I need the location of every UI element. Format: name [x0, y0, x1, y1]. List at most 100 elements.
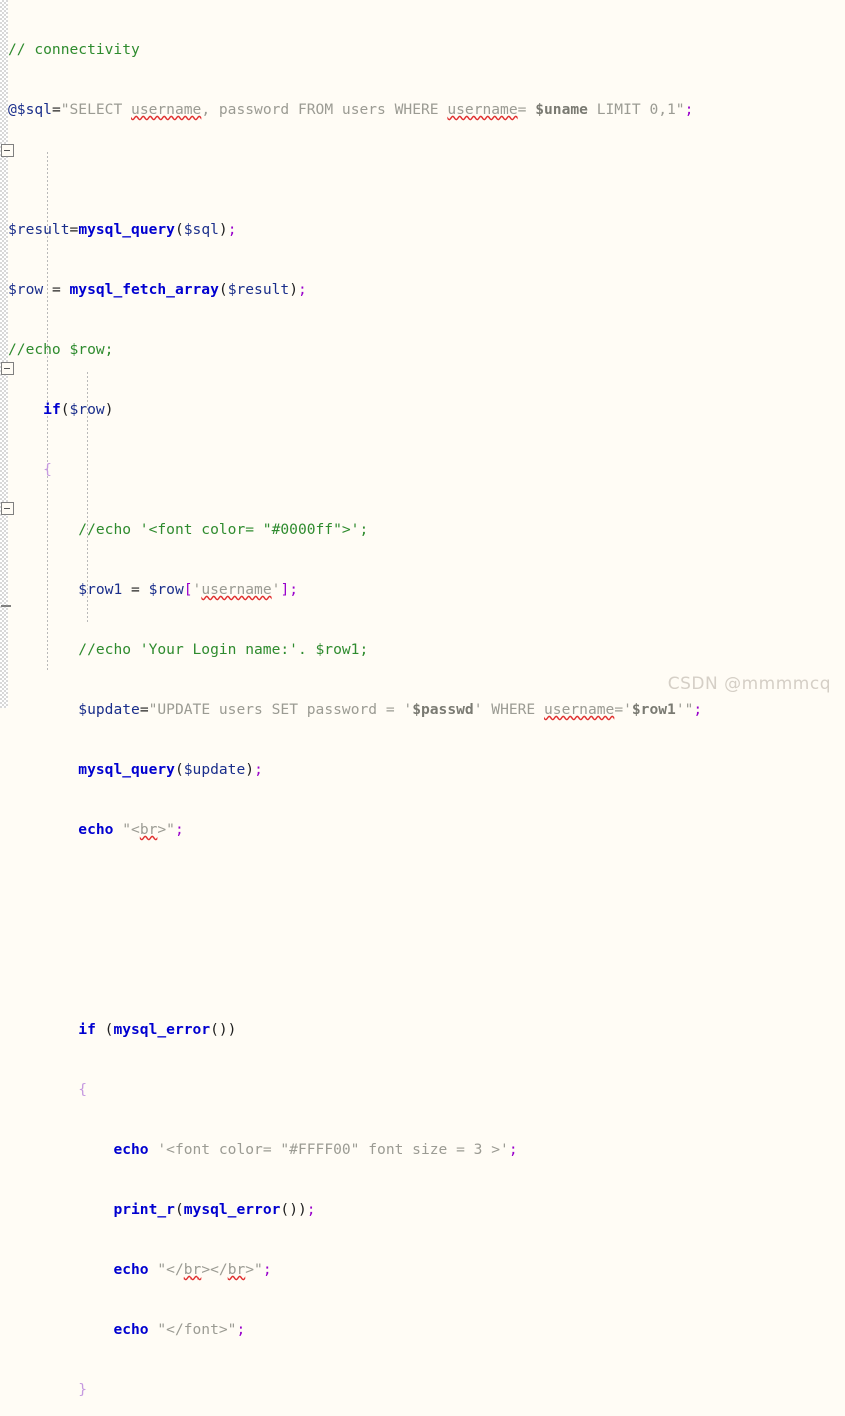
- token-string-spellchecked: username: [544, 701, 615, 718]
- code-line[interactable]: $row1 = $row['username'];: [0, 580, 845, 600]
- comment-echo-font-blue: //echo '<font color= "#0000ff">';: [78, 521, 369, 538]
- code-line[interactable]: //echo '<font color= "#0000ff">';: [0, 520, 845, 540]
- code-line[interactable]: {: [0, 1080, 845, 1100]
- token-semicolon: ;: [289, 581, 299, 598]
- code-line[interactable]: //echo 'Your Login name:'. $row1;: [0, 640, 845, 660]
- token-paren: ()): [280, 1201, 307, 1218]
- token-keyword-echo: echo: [113, 1321, 149, 1338]
- token-string-spellchecked: br: [183, 1261, 202, 1278]
- token-semicolon: ;: [236, 1321, 246, 1338]
- token-semicolon: ;: [298, 281, 307, 298]
- code-line[interactable]: //echo $row;: [0, 340, 845, 360]
- token-bracket: ]: [280, 581, 290, 598]
- token-string: >": [157, 821, 175, 838]
- code-line[interactable]: echo "<br>";: [0, 820, 845, 840]
- token-keyword-if: if: [43, 401, 61, 418]
- token-variable: $result: [8, 221, 70, 238]
- token-brace-open: {: [78, 1081, 88, 1098]
- token-paren: (: [174, 221, 184, 238]
- csdn-watermark: CSDN @mmmmcq: [667, 674, 831, 694]
- token-keyword-if: if: [78, 1021, 96, 1038]
- token-string-interpolated-var: $uname: [535, 101, 588, 118]
- token-semicolon: ;: [227, 221, 237, 238]
- token-paren: ): [218, 221, 228, 238]
- token-function-mysql-error: mysql_error: [113, 1021, 211, 1038]
- code-line[interactable]: }: [0, 1380, 845, 1400]
- token-semicolon: ;: [306, 1201, 316, 1218]
- code-line[interactable]: // connectivity: [0, 40, 845, 60]
- token-string-interpolated-var: $passwd: [412, 701, 474, 718]
- code-editor-content[interactable]: // connectivity @$sql="SELECT username, …: [0, 0, 845, 1416]
- token-paren: ()): [210, 1021, 237, 1038]
- token-string: "</font>": [148, 1321, 237, 1338]
- token-bracket: [: [183, 581, 193, 598]
- token-semicolon: ;: [684, 101, 694, 118]
- code-line[interactable]: echo '<font color= "#FFFF00" font size =…: [0, 1140, 845, 1160]
- token-paren: (: [174, 1201, 184, 1218]
- token-string-spellchecked: br: [227, 1261, 246, 1278]
- comment-echo-row: //echo $row;: [8, 341, 114, 358]
- code-line[interactable]: [0, 960, 845, 980]
- token-variable: $row: [8, 281, 44, 298]
- token-string: "</: [148, 1261, 184, 1278]
- token-semicolon: ;: [693, 701, 703, 718]
- token-keyword-echo: echo: [78, 821, 114, 838]
- token-semicolon: ;: [254, 761, 263, 778]
- token-variable: $row: [69, 401, 105, 418]
- token-paren: (: [60, 401, 70, 418]
- code-line[interactable]: if($row): [0, 400, 845, 420]
- token-operator: =: [122, 581, 149, 598]
- code-line[interactable]: @$sql="SELECT username, password FROM us…: [0, 100, 845, 120]
- token-string: "<: [113, 821, 140, 838]
- token-string-spellchecked: username: [447, 101, 518, 118]
- token-string: >": [245, 1261, 263, 1278]
- token-brace-close: }: [78, 1381, 88, 1398]
- comment-connectivity: // connectivity: [8, 41, 140, 58]
- token-string: '<font color= "#FFFF00" font size = 3 >': [148, 1141, 509, 1158]
- code-line[interactable]: [0, 880, 845, 900]
- token-function-mysql-query: mysql_query: [78, 221, 175, 238]
- token-paren: ): [104, 401, 114, 418]
- code-line[interactable]: [0, 160, 845, 180]
- token-string: "SELECT: [60, 101, 132, 118]
- code-line[interactable]: [0, 920, 845, 940]
- token-variable: @$sql: [8, 101, 52, 118]
- token-paren: (: [174, 761, 184, 778]
- token-string: =': [614, 701, 632, 718]
- token-string: '": [675, 701, 694, 718]
- code-line[interactable]: $update="UPDATE users SET password = '$p…: [0, 700, 845, 720]
- token-keyword-echo: echo: [113, 1261, 149, 1278]
- token-operator: =: [139, 701, 149, 718]
- token-operator: =: [69, 221, 79, 238]
- token-string: ' WHERE: [473, 701, 545, 718]
- code-line[interactable]: $result=mysql_query($sql);: [0, 220, 845, 240]
- token-function-mysql-query: mysql_query: [78, 761, 175, 778]
- token-operator: =: [43, 281, 70, 298]
- code-line[interactable]: print_r(mysql_error());: [0, 1200, 845, 1220]
- token-paren: ): [289, 281, 298, 298]
- token-paren: (: [218, 281, 228, 298]
- token-string: =: [517, 101, 536, 118]
- token-semicolon: ;: [262, 1261, 272, 1278]
- token-function-mysql-error: mysql_error: [183, 1201, 281, 1218]
- token-variable: $result: [227, 281, 290, 298]
- token-string-interpolated-var: $row1: [631, 701, 676, 718]
- token-variable: $update: [78, 701, 140, 718]
- token-operator: =: [51, 101, 61, 118]
- code-line[interactable]: echo "</font>";: [0, 1320, 845, 1340]
- code-line[interactable]: {: [0, 460, 845, 480]
- code-line[interactable]: mysql_query($update);: [0, 760, 845, 780]
- token-string-spellchecked: username: [131, 101, 202, 118]
- token-semicolon: ;: [174, 821, 184, 838]
- token-variable: $row1: [78, 581, 123, 598]
- token-paren: ): [245, 761, 255, 778]
- token-string-spellchecked: username: [201, 581, 272, 598]
- code-line[interactable]: echo "</br></br>";: [0, 1260, 845, 1280]
- token-function-mysql-fetch-array: mysql_fetch_array: [69, 281, 219, 298]
- token-string: LIMIT 0,1": [587, 101, 685, 118]
- token-brace-open: {: [43, 461, 52, 478]
- token-variable: $sql: [183, 221, 219, 238]
- code-line[interactable]: $row = mysql_fetch_array($result);: [0, 280, 845, 300]
- code-line[interactable]: if (mysql_error()): [0, 1020, 845, 1040]
- token-variable: $update: [183, 761, 246, 778]
